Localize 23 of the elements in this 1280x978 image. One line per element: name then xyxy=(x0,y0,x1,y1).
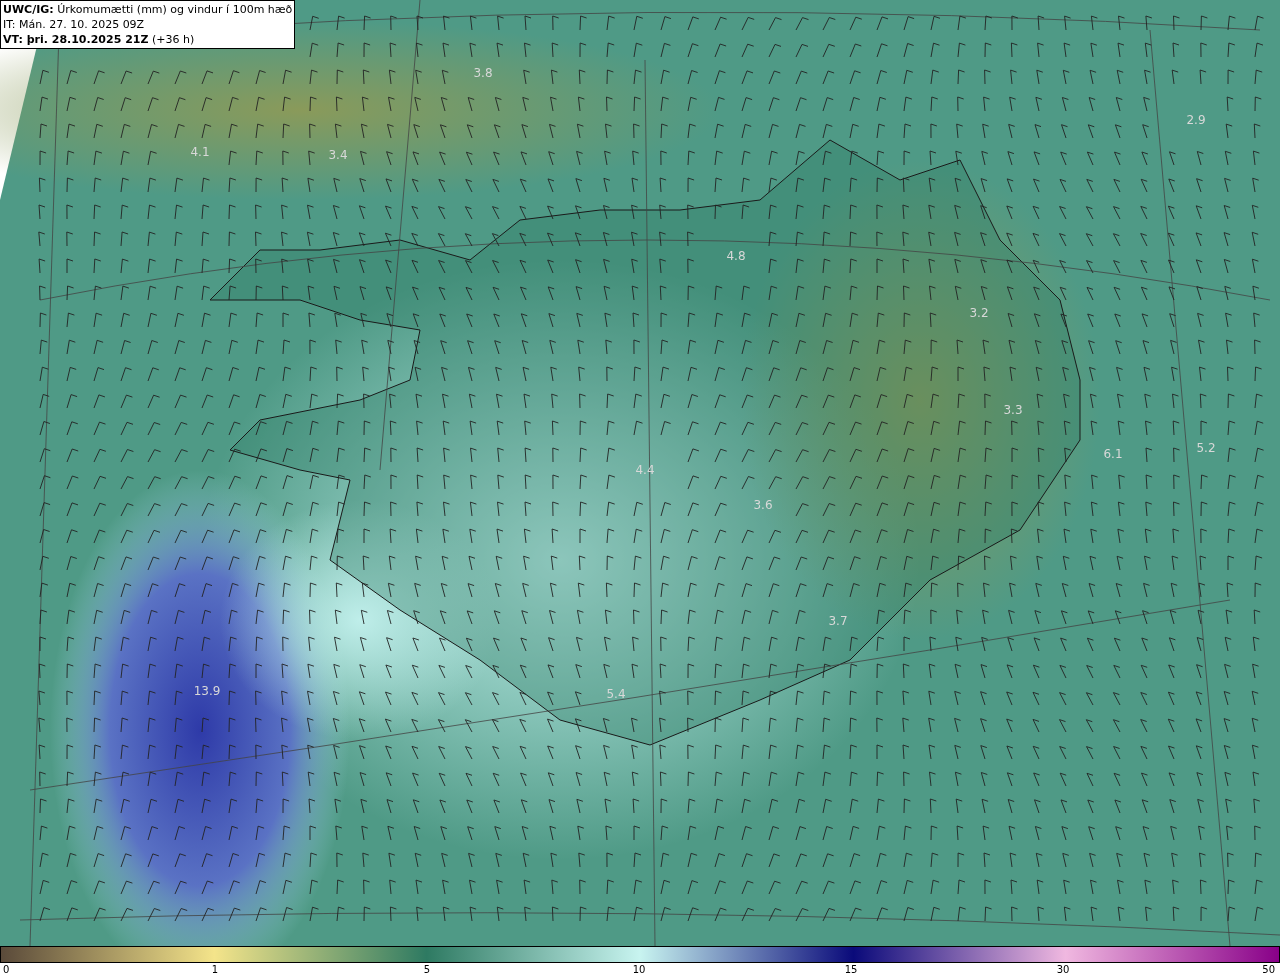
colorbar-tick-label: 50 xyxy=(1262,963,1275,977)
colorbar-tick-label: 5 xyxy=(423,963,431,977)
value-label: 3.2 xyxy=(969,306,989,320)
value-label: 5.4 xyxy=(606,687,626,701)
value-label: 6.1 xyxy=(1103,447,1123,461)
value-label: 3.8 xyxy=(473,66,493,80)
value-label: 13.9 xyxy=(193,684,221,698)
value-label: 4.8 xyxy=(726,249,746,263)
value-label: 3.7 xyxy=(828,614,848,628)
header-text: IT: Mán. 27. 10. 2025 09Z xyxy=(3,17,146,32)
value-label: 3.3 xyxy=(1003,403,1023,417)
colorbar-tick-label: 10 xyxy=(632,963,646,977)
colorbar-tick-label: 0 xyxy=(3,963,10,977)
header-text: VT: þri. 28.10.2025 21Z (+36 h) xyxy=(3,32,196,47)
value-label: 2.9 xyxy=(1186,113,1206,127)
colorbar-tick-label: 30 xyxy=(1056,963,1070,977)
colorbar-tick-label: 1 xyxy=(211,963,219,977)
value-label: 3.6 xyxy=(753,498,773,512)
value-label: 4.1 xyxy=(190,145,210,159)
value-label: 3.4 xyxy=(328,148,348,162)
header-text: UWC/IG: Úrkomumætti (mm) og vindur í 100m hæð xyxy=(3,2,293,17)
colorbar-tick-label: 15 xyxy=(844,963,858,977)
value-label: 5.2 xyxy=(1196,441,1216,455)
